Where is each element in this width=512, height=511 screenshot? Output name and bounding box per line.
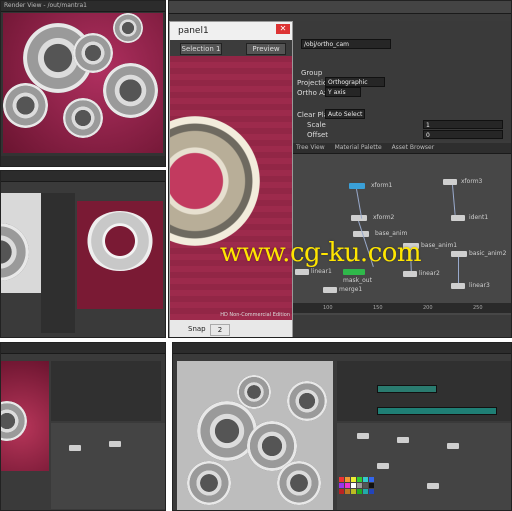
param-bar[interactable] — [377, 385, 437, 393]
network-tab-bar[interactable]: Tree View Material Palette Asset Browser — [293, 143, 511, 154]
clear-planes-dropdown[interactable]: Auto Select — [325, 109, 365, 119]
node-box[interactable] — [357, 433, 369, 439]
gear-shape — [287, 381, 327, 421]
projection-type-dropdown[interactable]: Orthographic — [325, 77, 385, 87]
parameters-side-pane — [51, 361, 161, 421]
scale-field[interactable]: 1 — [423, 120, 503, 129]
node-xform3[interactable] — [443, 179, 457, 185]
param-bar[interactable] — [377, 407, 497, 415]
node-box[interactable] — [427, 483, 439, 489]
top-shelf-tabs[interactable] — [169, 1, 511, 14]
node-linear3[interactable] — [451, 283, 465, 289]
network-editor-bottomright[interactable] — [337, 423, 511, 510]
node-wire — [452, 185, 456, 215]
node-box[interactable] — [447, 443, 459, 449]
selection-dropdown[interactable]: Selection 1 — [180, 43, 222, 55]
group-label: Group — [301, 69, 323, 77]
gear-shape — [3, 83, 48, 128]
node-linear2[interactable] — [403, 271, 417, 277]
node-label: mask_out — [343, 277, 372, 284]
houdini-menu-bar[interactable] — [1, 171, 165, 182]
render-preview-window[interactable] — [77, 201, 163, 309]
preview-toggle[interactable]: Preview — [246, 43, 286, 55]
panel-toolbar: Selection 1 Preview — [170, 40, 292, 56]
hd-label: HD Non-Commercial Edition — [220, 312, 290, 318]
panel-title: panel1 — [178, 26, 209, 36]
tab-asset-browser[interactable]: Asset Browser — [392, 144, 435, 151]
parameters-pane: /obj/ortho_cam Group Projection Type Ort… — [293, 21, 511, 141]
node-label: base_anim1 — [421, 242, 458, 249]
offset-field[interactable]: 0 — [423, 130, 503, 139]
node-label: linear1 — [311, 268, 332, 275]
parameters-side-pane — [41, 193, 75, 333]
tab-material-palette[interactable]: Material Palette — [335, 144, 382, 151]
tile-houdini-scene — [172, 342, 512, 511]
ruler-tick-label: 150 — [373, 305, 383, 311]
node-linear1[interactable] — [295, 269, 309, 275]
gear-shape — [237, 375, 271, 409]
gear-ring — [85, 211, 155, 271]
gear-shape — [103, 63, 158, 118]
color-palette[interactable] — [339, 477, 374, 494]
viewport-left[interactable] — [1, 193, 41, 293]
node-box[interactable] — [69, 445, 81, 451]
gear-shape — [73, 33, 113, 73]
gear-shape — [277, 461, 321, 505]
node-ident1[interactable] — [451, 215, 465, 221]
node-box[interactable] — [377, 463, 389, 469]
scene-viewport[interactable] — [177, 361, 333, 510]
window-close-icon[interactable]: ✕ — [276, 24, 290, 34]
render-status-bar — [1, 156, 165, 166]
gear-shape — [1, 401, 27, 441]
node-label: xform1 — [371, 182, 393, 189]
parameters-pane-bottom — [337, 361, 511, 421]
viewport-bottomleft[interactable] — [1, 361, 49, 471]
node-label: linear2 — [419, 270, 440, 277]
tab-tree-view[interactable]: Tree View — [296, 144, 325, 151]
node-label: xform2 — [373, 214, 395, 221]
node-label: base_anim — [375, 230, 408, 237]
ortho-axis-dropdown[interactable]: Y axis — [325, 87, 361, 97]
network-editor[interactable]: Tree View Material Palette Asset Browser… — [293, 143, 511, 315]
tile-houdini-network — [0, 342, 166, 511]
gear-shape — [1, 223, 29, 281]
snap-label: Snap — [188, 325, 206, 333]
node-label: linear3 — [469, 282, 490, 289]
panel1-window[interactable]: panel1 ✕ Selection 1 Preview HD Non-Comm… — [169, 21, 293, 337]
node-label: xform3 — [461, 178, 483, 185]
node-wire — [458, 257, 459, 283]
snap-value-field[interactable]: 2 — [210, 324, 230, 336]
gear-shape — [63, 98, 103, 138]
node-merge1[interactable] — [323, 287, 337, 293]
node-label: ident1 — [469, 214, 489, 221]
houdini-menu-bar[interactable] — [1, 343, 165, 354]
tile-panel-window: panel1 ✕ Selection 1 Preview HD Non-Comm… — [168, 0, 512, 338]
render-window-titlebar[interactable]: Render View - /out/mantra1 — [1, 1, 165, 12]
gear-shape — [113, 13, 143, 43]
ruler-tick-label: 200 — [423, 305, 433, 311]
ruler-tick-label: 100 — [323, 305, 333, 311]
tile-gears-render-topleft: Render View - /out/mantra1 — [0, 0, 166, 167]
render-viewport[interactable] — [3, 13, 163, 153]
watermark-text: www.cg-ku.com — [220, 238, 422, 268]
tile-houdini-viewport — [0, 170, 166, 338]
ruler-tick-label: 250 — [473, 305, 483, 311]
network-editor-bottom[interactable] — [51, 423, 165, 509]
offset-label: Offset — [307, 131, 329, 139]
houdini-menu-bar[interactable] — [173, 343, 511, 354]
node-mask-out[interactable] — [343, 269, 365, 275]
gear-shape — [187, 461, 231, 505]
node-box[interactable] — [109, 441, 121, 447]
gear-closeup — [170, 116, 260, 246]
node-basic-anim2[interactable] — [451, 251, 467, 257]
node-ruler: 100 150 200 250 — [293, 303, 511, 313]
scale-label: Scale — [307, 121, 326, 129]
node-label: basic_anim2 — [469, 250, 507, 257]
panel-render-viewport[interactable]: HD Non-Commercial Edition — [170, 56, 292, 320]
node-label: merge1 — [339, 286, 363, 293]
node-box[interactable] — [397, 437, 409, 443]
node-path-field[interactable]: /obj/ortho_cam — [301, 39, 391, 49]
panel-bottom-bar: Snap 2 — [170, 320, 292, 337]
